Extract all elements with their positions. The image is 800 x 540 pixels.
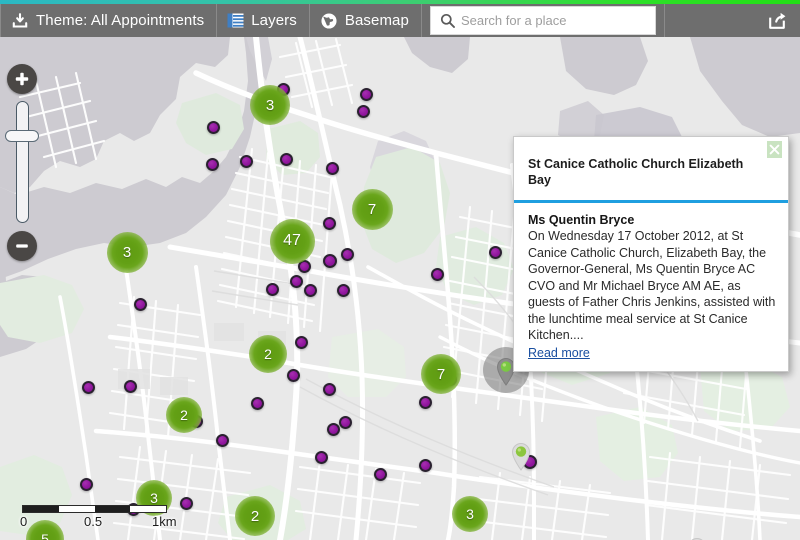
minus-icon <box>16 244 28 248</box>
cluster-count-label: 7 <box>436 365 446 383</box>
cluster-count-label: 3 <box>150 490 158 506</box>
top-accent-bar <box>0 0 800 4</box>
search-input[interactable] <box>460 8 631 33</box>
map-point-marker[interactable] <box>265 282 279 296</box>
scale-label-0: 0 <box>20 514 28 529</box>
cluster-count-label: 2 <box>264 346 272 362</box>
cluster-marker[interactable]: 7 <box>351 188 393 230</box>
map-point-marker[interactable] <box>123 379 137 393</box>
cluster-count-label: 2 <box>250 507 260 525</box>
cluster-count-label: 3 <box>122 243 132 261</box>
pin-icon <box>511 443 531 471</box>
map-point-marker[interactable] <box>79 477 93 491</box>
search-box[interactable] <box>429 6 656 35</box>
map-point-marker[interactable] <box>359 87 373 101</box>
pin-icon <box>691 538 703 540</box>
scale-bar-graphic <box>22 505 167 513</box>
cluster-marker[interactable]: 3 <box>250 85 290 125</box>
scale-bar-segment <box>130 506 166 512</box>
close-icon[interactable] <box>767 141 782 158</box>
popup-body: Ms Quentin Bryce On Wednesday 17 October… <box>514 203 788 371</box>
map-point-marker[interactable] <box>279 152 293 166</box>
zoom-in-button[interactable] <box>7 64 37 94</box>
map-point-marker[interactable] <box>81 380 95 394</box>
map-point-marker[interactable] <box>239 154 253 168</box>
map-point-marker[interactable] <box>325 161 339 175</box>
download-tray-icon <box>11 12 29 30</box>
map-point-marker[interactable] <box>205 157 219 171</box>
scale-bar-segment <box>94 506 131 512</box>
feature-popup: St Canice Catholic Church Elizabeth Bay … <box>513 136 789 372</box>
toolbar-right-area <box>663 4 800 37</box>
layers-icon <box>227 13 244 28</box>
cluster-marker[interactable]: 2 <box>166 397 202 433</box>
map-point-marker[interactable] <box>250 396 264 410</box>
map-point-marker[interactable] <box>430 267 444 281</box>
basemap-button-label: Basemap <box>344 12 409 29</box>
map-point-marker[interactable] <box>286 368 300 382</box>
map-point-marker[interactable] <box>133 297 147 311</box>
map-point-marker[interactable] <box>206 120 220 134</box>
cluster-marker[interactable]: 47 <box>269 218 315 264</box>
map-application: Theme: All Appointments Layers Basemap S… <box>0 0 800 540</box>
popup-person-name: Ms Quentin Bryce <box>528 213 635 228</box>
location-pin[interactable] <box>686 536 708 540</box>
theme-button[interactable]: Theme: All Appointments <box>0 4 218 37</box>
layers-button-label: Layers <box>251 12 297 29</box>
scale-label-max: 1km <box>152 514 177 529</box>
cluster-marker[interactable]: 7 <box>421 354 461 394</box>
plus-icon <box>15 72 29 86</box>
popup-title: St Canice Catholic Church Elizabeth Bay <box>528 157 744 187</box>
cluster-marker[interactable]: 3 <box>452 496 488 532</box>
map-point-marker[interactable] <box>336 283 350 297</box>
scale-bar-segment <box>58 506 95 512</box>
scale-bar: 0 0.5 1km <box>20 505 182 530</box>
map-point-marker[interactable] <box>340 247 354 261</box>
map-point-marker[interactable] <box>314 450 328 464</box>
basemap-button[interactable]: Basemap <box>310 4 422 37</box>
cluster-count-label: 3 <box>265 96 275 114</box>
map-point-marker[interactable] <box>373 467 387 481</box>
zoom-control <box>5 64 41 261</box>
zoom-slider[interactable] <box>5 101 39 223</box>
map-point-marker[interactable] <box>215 433 229 447</box>
scale-bar-labels: 0 0.5 1km <box>20 514 182 530</box>
location-pin[interactable] <box>510 441 532 476</box>
globe-icon <box>320 11 338 30</box>
cluster-count-label: 3 <box>466 506 474 522</box>
map-canvas[interactable]: 3 7 47 3 2 2 7 3 2 3 5 0 0.5 1km St Canice Catholi… <box>0 37 800 540</box>
map-point-marker[interactable] <box>322 382 336 396</box>
scale-bar-segment <box>23 506 59 512</box>
layers-button[interactable]: Layers <box>217 4 310 37</box>
toolbar: Theme: All Appointments Layers Basemap S… <box>0 4 800 37</box>
zoom-slider-handle[interactable] <box>5 129 39 142</box>
map-point-marker[interactable] <box>294 335 308 349</box>
map-point-marker[interactable] <box>322 216 336 230</box>
cluster-count-label: 7 <box>367 200 377 218</box>
cluster-count-label: 47 <box>283 232 301 249</box>
cluster-count-label: 5 <box>41 531 49 540</box>
read-more-link[interactable]: Read more <box>528 346 590 360</box>
popup-description: On Wednesday 17 October 2012, at St Cani… <box>528 229 776 343</box>
map-point-marker[interactable] <box>418 395 432 409</box>
map-point-marker[interactable] <box>488 245 502 259</box>
share-export-icon[interactable] <box>767 11 787 31</box>
map-point-marker[interactable] <box>326 422 340 436</box>
cluster-count-label: 2 <box>180 407 188 423</box>
map-point-marker[interactable] <box>323 254 337 268</box>
theme-button-label: Theme: All Appointments <box>36 12 205 29</box>
search-icon <box>440 13 455 28</box>
cluster-marker[interactable]: 2 <box>235 496 275 536</box>
map-point-marker[interactable] <box>338 415 352 429</box>
map-point-marker[interactable] <box>303 283 317 297</box>
map-point-marker[interactable] <box>289 274 303 288</box>
cluster-marker[interactable]: 2 <box>249 335 287 373</box>
map-point-marker[interactable] <box>356 104 370 118</box>
map-point-marker[interactable] <box>418 458 432 472</box>
cluster-marker[interactable]: 3 <box>106 231 148 273</box>
scale-label-mid: 0.5 <box>84 514 103 529</box>
zoom-out-button[interactable] <box>7 231 37 261</box>
zoom-slider-track[interactable] <box>15 101 29 223</box>
popup-header: St Canice Catholic Church Elizabeth Bay <box>514 137 788 204</box>
